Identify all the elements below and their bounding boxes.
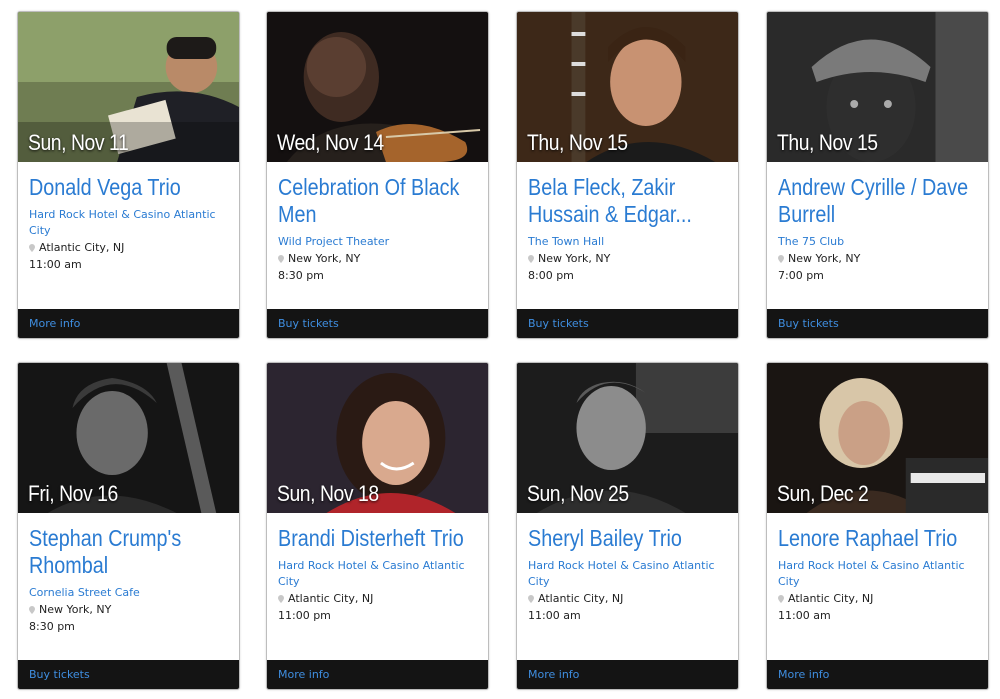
event-location: Atlantic City, NJ: [29, 239, 229, 256]
event-photo[interactable]: Wed, Nov 14: [267, 12, 488, 162]
event-photo[interactable]: Thu, Nov 15: [517, 12, 738, 162]
map-pin-icon: [29, 605, 35, 614]
event-venue-link[interactable]: Cornelia Street Cafe: [29, 585, 229, 601]
event-venue-link[interactable]: Hard Rock Hotel & Casino Atlantic City: [278, 558, 478, 590]
event-location-text: Atlantic City, NJ: [788, 592, 874, 605]
event-title-link[interactable]: Celebration Of Black Men: [278, 174, 484, 228]
event-footer: Buy tickets: [267, 309, 488, 338]
event-location: Atlantic City, NJ: [528, 590, 728, 607]
event-location-text: New York, NY: [538, 252, 611, 265]
event-date: Sun, Nov 25: [527, 481, 629, 506]
event-location: New York, NY: [278, 250, 478, 267]
map-pin-icon: [528, 254, 534, 263]
event-card: Thu, Nov 15 Bela Fleck, Zakir Hussain & …: [516, 11, 739, 339]
event-photo[interactable]: Thu, Nov 15: [767, 12, 988, 162]
event-location-text: Atlantic City, NJ: [288, 592, 374, 605]
event-location: Atlantic City, NJ: [278, 590, 478, 607]
event-title-link[interactable]: Lenore Raphael Trio: [778, 525, 984, 552]
event-venue-link[interactable]: The 75 Club: [778, 234, 978, 250]
event-photo[interactable]: Fri, Nov 16: [18, 363, 239, 513]
event-photo[interactable]: Sun, Nov 11: [18, 12, 239, 162]
event-time: 8:30 pm: [278, 269, 324, 282]
event-date: Fri, Nov 16: [28, 481, 118, 506]
event-title-link[interactable]: Sheryl Bailey Trio: [528, 525, 734, 552]
event-card: Sun, Nov 11 Donald Vega Trio Hard Rock H…: [17, 11, 240, 339]
event-grid: Sun, Nov 11 Donald Vega Trio Hard Rock H…: [0, 0, 1000, 699]
event-date: Sun, Dec 2: [777, 481, 869, 506]
event-location-text: New York, NY: [788, 252, 861, 265]
event-location: New York, NY: [29, 601, 229, 618]
buy-tickets-link[interactable]: Buy tickets: [278, 317, 339, 330]
event-card: Sun, Nov 18 Brandi Disterheft Trio Hard …: [266, 362, 489, 690]
event-date: Wed, Nov 14: [277, 130, 384, 155]
event-location: New York, NY: [528, 250, 728, 267]
event-footer: More info: [18, 309, 239, 338]
event-location-text: New York, NY: [39, 603, 112, 616]
event-date: Thu, Nov 15: [527, 130, 628, 155]
event-location-text: Atlantic City, NJ: [538, 592, 624, 605]
buy-tickets-link[interactable]: Buy tickets: [29, 668, 90, 681]
event-footer: Buy tickets: [517, 309, 738, 338]
event-photo[interactable]: Sun, Dec 2: [767, 363, 988, 513]
event-footer: Buy tickets: [767, 309, 988, 338]
event-location: Atlantic City, NJ: [778, 590, 978, 607]
event-time: 11:00 am: [778, 609, 831, 622]
buy-tickets-link[interactable]: Buy tickets: [528, 317, 589, 330]
event-footer: More info: [767, 660, 988, 689]
more-info-link[interactable]: More info: [528, 668, 579, 681]
event-title-link[interactable]: Donald Vega Trio: [29, 174, 235, 201]
event-venue-link[interactable]: Hard Rock Hotel & Casino Atlantic City: [528, 558, 728, 590]
event-title-link[interactable]: Bela Fleck, Zakir Hussain & Edgar...: [528, 174, 734, 228]
more-info-link[interactable]: More info: [278, 668, 329, 681]
more-info-link[interactable]: More info: [29, 317, 80, 330]
event-footer: Buy tickets: [18, 660, 239, 689]
event-venue-link[interactable]: The Town Hall: [528, 234, 728, 250]
event-date: Sun, Nov 18: [277, 481, 379, 506]
event-location-text: New York, NY: [288, 252, 361, 265]
event-card: Sun, Dec 2 Lenore Raphael Trio Hard Rock…: [766, 362, 989, 690]
event-venue-link[interactable]: Wild Project Theater: [278, 234, 478, 250]
event-title-link[interactable]: Brandi Disterheft Trio: [278, 525, 484, 552]
event-time: 11:00 am: [528, 609, 581, 622]
event-time: 11:00 pm: [278, 609, 331, 622]
map-pin-icon: [778, 594, 784, 603]
event-card: Sun, Nov 25 Sheryl Bailey Trio Hard Rock…: [516, 362, 739, 690]
event-time: 8:00 pm: [528, 269, 574, 282]
event-title-link[interactable]: Stephan Crump's Rhombal: [29, 525, 235, 579]
event-venue-link[interactable]: Hard Rock Hotel & Casino Atlantic City: [29, 207, 229, 239]
event-location-text: Atlantic City, NJ: [39, 241, 125, 254]
event-location: New York, NY: [778, 250, 978, 267]
event-card: Fri, Nov 16 Stephan Crump's Rhombal Corn…: [17, 362, 240, 690]
event-date: Sun, Nov 11: [28, 130, 129, 155]
event-footer: More info: [267, 660, 488, 689]
event-photo[interactable]: Sun, Nov 18: [267, 363, 488, 513]
event-time: 7:00 pm: [778, 269, 824, 282]
map-pin-icon: [278, 254, 284, 263]
event-date: Thu, Nov 15: [777, 130, 878, 155]
event-venue-link[interactable]: Hard Rock Hotel & Casino Atlantic City: [778, 558, 978, 590]
map-pin-icon: [29, 243, 35, 252]
event-time: 11:00 am: [29, 258, 82, 271]
more-info-link[interactable]: More info: [778, 668, 829, 681]
buy-tickets-link[interactable]: Buy tickets: [778, 317, 839, 330]
event-photo[interactable]: Sun, Nov 25: [517, 363, 738, 513]
map-pin-icon: [278, 594, 284, 603]
event-time: 8:30 pm: [29, 620, 75, 633]
event-title-link[interactable]: Andrew Cyrille / Dave Burrell: [778, 174, 984, 228]
map-pin-icon: [528, 594, 534, 603]
map-pin-icon: [778, 254, 784, 263]
event-card: Thu, Nov 15 Andrew Cyrille / Dave Burrel…: [766, 11, 989, 339]
event-footer: More info: [517, 660, 738, 689]
event-card: Wed, Nov 14 Celebration Of Black Men Wil…: [266, 11, 489, 339]
